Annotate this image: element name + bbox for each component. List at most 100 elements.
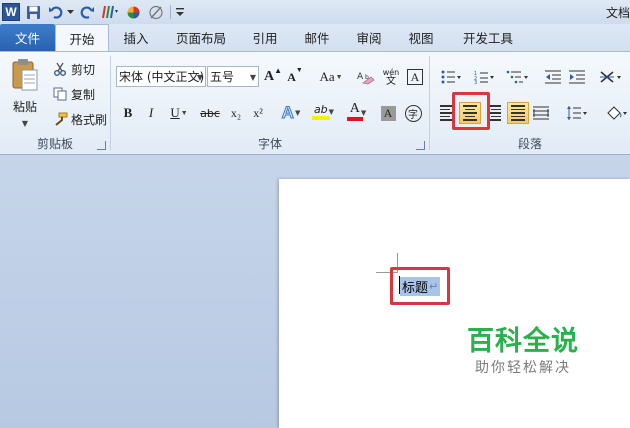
change-case-button[interactable]: Aa ▼ <box>316 66 346 88</box>
increase-indent-icon <box>569 70 585 84</box>
watermark-sub: 助你轻松解决 <box>475 360 571 376</box>
quick-access-toolbar: W 文档 <box>0 0 630 24</box>
character-border-icon: A <box>407 69 423 85</box>
character-shading-button[interactable]: A <box>379 102 397 124</box>
svg-text:A: A <box>357 72 364 82</box>
cut-button[interactable]: 剪切 <box>52 59 95 79</box>
scissors-icon <box>52 61 68 77</box>
grow-font-button[interactable]: A ▲ <box>264 66 282 88</box>
center-align-highlight-box <box>452 92 490 130</box>
ribbon-tabs: 文件 开始 插入 页面布局 引用 邮件 审阅 视图 开发工具 <box>0 24 630 52</box>
line-spacing-icon <box>567 106 587 120</box>
distributed-icon <box>533 106 549 120</box>
clear-format-button[interactable]: Ab <box>356 66 376 88</box>
numbering-button[interactable]: 123 <box>469 66 499 88</box>
font-color-bar <box>347 117 363 121</box>
format-painter-label: 格式刷 <box>71 112 108 127</box>
highlight-button[interactable]: ab ▼ <box>309 100 339 122</box>
font-size-value: 五号 <box>210 70 235 84</box>
tab-developer[interactable]: 开发工具 <box>447 24 529 51</box>
customize-icon[interactable] <box>175 2 185 22</box>
font-size-dropdown-icon[interactable]: ▼ <box>250 73 256 82</box>
decrease-indent-button[interactable] <box>542 66 564 88</box>
chinese-layout-icon <box>600 71 621 83</box>
tab-references[interactable]: 引用 <box>239 24 291 51</box>
character-shading-icon: A <box>380 105 396 121</box>
multilevel-list-button[interactable] <box>502 66 532 88</box>
clear-format-icon: Ab <box>357 72 375 85</box>
font-color-icon: A <box>349 101 360 116</box>
color-wheel-icon[interactable] <box>123 2 143 22</box>
numbering-icon: 123 <box>474 71 494 84</box>
title-highlight-box <box>390 267 450 305</box>
undo-dropdown-icon[interactable] <box>66 2 74 22</box>
tab-insert[interactable]: 插入 <box>109 24 163 51</box>
tab-page-layout[interactable]: 页面布局 <box>163 24 239 51</box>
paint-bucket-icon <box>607 106 627 120</box>
pen-icon[interactable] <box>146 2 166 22</box>
strikethrough-button[interactable]: abc <box>199 102 221 124</box>
paste-icon <box>10 58 40 92</box>
tab-file[interactable]: 文件 <box>0 24 55 51</box>
tab-home[interactable]: 开始 <box>55 24 109 52</box>
undo-icon[interactable] <box>46 2 66 22</box>
bold-button[interactable]: B <box>119 102 137 124</box>
chinese-layout-button[interactable] <box>596 66 626 88</box>
distributed-button[interactable] <box>530 102 552 124</box>
watermark: 百科全说 助你轻松解决 <box>467 319 579 377</box>
svg-text:3: 3 <box>474 80 477 84</box>
justify-icon <box>511 105 525 121</box>
text-effect-button[interactable]: A ▼ <box>277 102 305 124</box>
copy-button[interactable]: 复制 <box>52 84 95 104</box>
paste-label: 粘贴 <box>12 100 37 114</box>
justify-button[interactable] <box>507 102 529 124</box>
enclose-characters-button[interactable]: 字 <box>403 102 423 124</box>
document-workspace: 标题 ↵ 百科全说 助你轻松解决 <box>0 155 630 428</box>
format-painter-button[interactable]: 格式刷 <box>52 109 107 129</box>
enclose-characters-icon: 字 <box>404 104 422 122</box>
copy-icon <box>52 86 68 102</box>
line-spacing-button[interactable] <box>562 102 592 124</box>
font-color-button[interactable]: A ▼ <box>344 100 372 122</box>
shading-button[interactable] <box>602 102 630 124</box>
bullets-icon <box>441 70 461 84</box>
font-size-combo[interactable]: 五号 ▼ <box>207 66 259 87</box>
paste-dropdown-icon[interactable]: ▼ <box>6 119 44 128</box>
highlight-color-bar <box>312 115 330 120</box>
word-logo-icon[interactable]: W <box>2 3 20 21</box>
highlight-icon: ab <box>313 102 328 116</box>
bullets-button[interactable] <box>436 66 466 88</box>
tab-view[interactable]: 视图 <box>395 24 447 51</box>
text-effect-icon: A <box>281 103 294 123</box>
clipboard-launcher-icon[interactable] <box>97 141 106 150</box>
format-painter-icon[interactable] <box>100 2 120 22</box>
tab-review[interactable]: 审阅 <box>343 24 395 51</box>
shrink-font-button[interactable]: A ▼ <box>286 66 304 88</box>
multilevel-list-icon <box>506 70 528 84</box>
font-launcher-icon[interactable] <box>416 141 425 150</box>
underline-button[interactable]: U ▼ <box>165 102 193 124</box>
character-border-button[interactable]: A <box>406 66 424 88</box>
phonetic-guide-button[interactable]: wén 文 <box>380 66 402 88</box>
save-icon[interactable] <box>23 2 43 22</box>
clipboard-group-label: 剪贴板 <box>36 137 73 151</box>
font-name-dropdown-icon[interactable]: ▼ <box>197 73 203 82</box>
italic-button[interactable]: I <box>142 102 160 124</box>
subscript-button[interactable]: x₂ <box>227 102 245 124</box>
superscript-button[interactable]: x² <box>249 102 267 124</box>
font-group: 宋体 (中文正文) ▼ 五号 ▼ A ▲ A ▼ Aa ▼ Ab wén 文 A B … <box>111 52 429 154</box>
tab-mailings[interactable]: 邮件 <box>291 24 343 51</box>
paragraph-group-label: 段落 <box>517 137 542 151</box>
window-title: 文档 <box>605 6 630 20</box>
cut-label: 剪切 <box>71 62 96 77</box>
font-name-value: 宋体 (中文正文) <box>119 70 205 84</box>
watermark-main: 百科全说 <box>467 326 579 357</box>
redo-icon[interactable] <box>77 2 97 22</box>
font-name-combo[interactable]: 宋体 (中文正文) ▼ <box>116 66 206 87</box>
font-group-label: 字体 <box>257 137 282 151</box>
clipboard-group: 粘贴 ▼ 剪切 复制 格式刷 剪贴板 <box>0 52 110 154</box>
document-page[interactable]: 标题 ↵ 百科全说 助你轻松解决 <box>279 179 630 428</box>
toolbar-separator <box>170 5 171 19</box>
increase-indent-button[interactable] <box>566 66 588 88</box>
paste-button[interactable]: 粘贴 ▼ <box>6 58 44 128</box>
